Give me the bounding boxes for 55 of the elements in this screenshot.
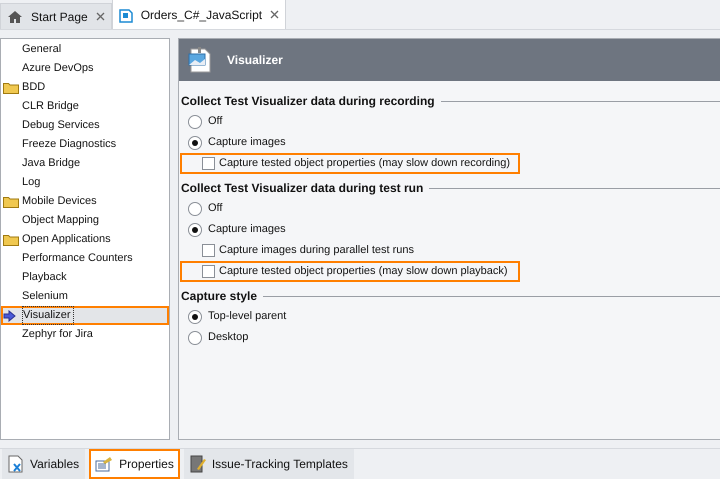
radio-button[interactable] — [188, 330, 202, 344]
panel-tab[interactable]: Properties — [89, 449, 180, 479]
tree-item[interactable]: Azure DevOps — [1, 59, 169, 78]
document-tab[interactable]: Start Page — [0, 3, 112, 29]
document-tab[interactable]: Orders_C#_JavaScript — [112, 0, 286, 29]
checkbox-label: Capture tested object properties (may slow down recording) — [219, 156, 510, 172]
checkbox[interactable] — [202, 265, 215, 278]
section-heading: Collect Test Visualizer data during recording — [181, 93, 435, 110]
arrow-icon — [3, 310, 16, 322]
checkbox-label: Capture images during parallel test runs — [219, 243, 414, 258]
tree-item[interactable]: Mobile Devices — [1, 192, 169, 211]
radio-button[interactable] — [188, 310, 202, 324]
folder-icon — [3, 82, 19, 94]
tree-item[interactable]: Java Bridge — [1, 154, 169, 173]
tree-item[interactable]: Open Applications — [1, 230, 169, 249]
tree-item[interactable]: Playback — [1, 268, 169, 287]
panel-title: Visualizer — [227, 52, 283, 69]
tree-item[interactable]: Debug Services — [1, 116, 169, 135]
radio-button[interactable] — [188, 222, 202, 236]
radio-button[interactable] — [188, 202, 202, 216]
tree-item[interactable]: Object Mapping — [1, 211, 169, 230]
properties-icon — [95, 456, 114, 472]
radio-label: Off — [208, 201, 222, 216]
tree-item[interactable]: CLR Bridge — [1, 97, 169, 116]
house-icon — [7, 10, 23, 24]
radio-label: Off — [208, 114, 222, 130]
tree-item[interactable]: BDD — [1, 78, 169, 97]
tree-item[interactable]: Freeze Diagnostics — [1, 135, 169, 154]
close-icon[interactable] — [96, 12, 105, 21]
section-heading: Collect Test Visualizer data during test run — [181, 180, 424, 197]
folder-icon — [3, 234, 19, 246]
checkbox[interactable] — [202, 244, 215, 257]
folder-icon — [3, 196, 19, 208]
tree-item[interactable]: Log — [1, 173, 169, 192]
section-heading: Capture style — [181, 288, 258, 305]
radio-button[interactable] — [188, 136, 202, 150]
tree-item[interactable]: Visualizer — [1, 306, 169, 325]
checkbox-label: Capture tested object properties (may slow down playback) — [219, 264, 508, 280]
document-picture-icon — [187, 46, 213, 74]
close-icon[interactable] — [270, 10, 280, 19]
radio-button[interactable] — [188, 114, 202, 128]
panel-tab[interactable]: Variables — [2, 449, 86, 479]
tree-item[interactable]: Selenium — [1, 287, 169, 306]
radio-label: Capture images — [208, 135, 286, 150]
tree-item[interactable]: General — [1, 40, 169, 59]
tree-item[interactable]: Zephyr for Jira — [1, 325, 169, 344]
panel-tab[interactable]: Issue-Tracking Templates — [184, 449, 354, 479]
project-icon — [118, 6, 133, 22]
radio-label: Top-level parent — [208, 309, 286, 324]
variable-document-icon — [8, 455, 24, 473]
book-pencil-icon — [190, 455, 206, 473]
radio-label: Desktop — [208, 330, 248, 346]
tree-item[interactable]: Performance Counters — [1, 249, 169, 268]
checkbox[interactable] — [202, 157, 215, 170]
radio-label: Capture images — [208, 222, 286, 238]
